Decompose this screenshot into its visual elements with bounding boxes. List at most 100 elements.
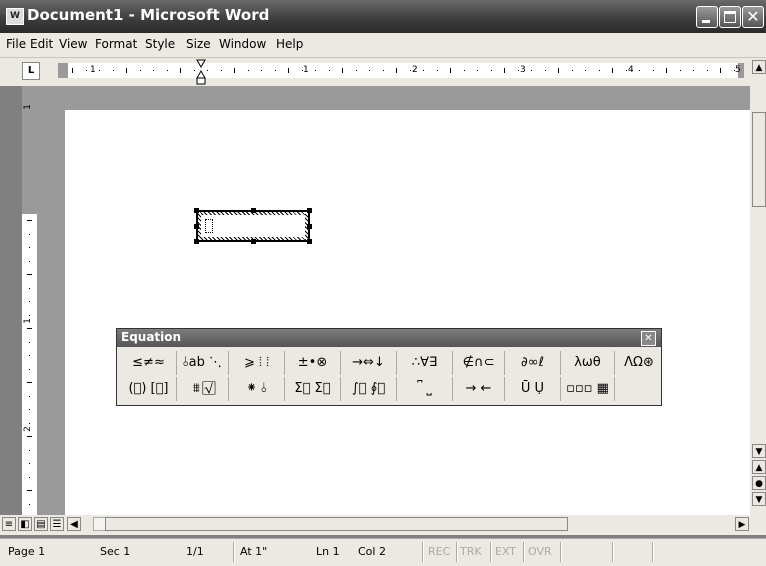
resize-handle[interactable]	[307, 208, 312, 213]
ruler-tick	[707, 70, 708, 71]
menu-help[interactable]: Help	[276, 37, 303, 51]
vruler-number: 1	[22, 318, 33, 324]
relational-symbols-button[interactable]: ≤≠≈	[121, 351, 177, 375]
document-page[interactable]	[65, 110, 750, 515]
menu-view[interactable]: View	[59, 37, 87, 51]
resize-handle[interactable]	[194, 239, 199, 244]
ruler-tick	[72, 68, 73, 73]
equation-slot[interactable]	[205, 219, 213, 233]
spaces-ellipses-button[interactable]: ⫰ab ⋱	[177, 351, 229, 375]
integral-templates-button[interactable]: ∫⃞ ∮⃞	[341, 377, 397, 401]
ruler-tick	[315, 70, 316, 71]
subscript-superscript-templates-button[interactable]: ⁕ ⫰	[229, 377, 285, 401]
resize-handle[interactable]	[251, 239, 256, 244]
ruler-tick	[504, 68, 505, 73]
ruler-tick	[518, 70, 519, 71]
status-separator	[652, 542, 654, 562]
menu-window[interactable]: Window	[219, 37, 266, 51]
misc-symbols-button[interactable]: ∂∞ℓ	[505, 351, 561, 375]
ruler-tick	[27, 490, 32, 491]
status-at: At 1"	[240, 545, 268, 558]
status-line: Ln 1	[316, 545, 340, 558]
summation-templates-button[interactable]: Σ⃞ Σ⃞	[285, 377, 341, 401]
close-button[interactable]: ✕	[742, 6, 764, 28]
resize-handle[interactable]	[307, 224, 312, 229]
minimize-button[interactable]	[696, 6, 718, 28]
window-title: Document1 - Microsoft Word	[27, 6, 270, 24]
menu-style[interactable]: Style	[145, 37, 175, 51]
previous-page-button[interactable]: ▲	[752, 460, 766, 474]
arrow-symbols-button[interactable]: →⇔↓	[341, 351, 397, 375]
ruler-tick	[126, 68, 127, 73]
ruler-tick	[27, 274, 32, 275]
fraction-radical-templates-button[interactable]: ⩩ √⃞	[177, 377, 229, 401]
equation-toolbar-titlebar[interactable]: Equation ✕	[117, 329, 661, 347]
maximize-button[interactable]	[719, 6, 741, 28]
normal-view-button[interactable]: ≡	[2, 517, 16, 531]
resize-handle[interactable]	[251, 208, 256, 213]
logical-symbols-button[interactable]: ∴∀∃	[397, 351, 453, 375]
status-pages: 1/1	[186, 545, 204, 558]
ruler-tick	[29, 342, 30, 343]
menu-size[interactable]: Size	[186, 37, 211, 51]
resize-handle[interactable]	[194, 224, 199, 229]
greek-lowercase-button[interactable]: λωθ	[561, 351, 615, 375]
status-ext[interactable]: EXT	[495, 543, 516, 561]
next-page-button[interactable]: ▼	[752, 492, 766, 506]
word-document-icon[interactable]: W	[6, 8, 24, 25]
scroll-right-button[interactable]: ▶	[735, 517, 749, 531]
ruler-tick	[27, 328, 32, 329]
ruler-tick	[734, 70, 735, 71]
scroll-down-button[interactable]: ▼	[752, 444, 766, 458]
status-separator	[233, 542, 235, 562]
fence-templates-button[interactable]: (⃞) [⃞]	[121, 377, 177, 401]
title-bar: W Document1 - Microsoft Word ✕	[0, 0, 766, 33]
scroll-up-button[interactable]: ▲	[752, 60, 766, 74]
ruler-margin-left	[58, 63, 68, 78]
ruler-tick	[585, 70, 586, 71]
horizontal-ruler[interactable]: 1 1 2 3 4 5	[58, 63, 744, 78]
close-icon[interactable]: ✕	[641, 331, 656, 346]
select-browse-object-button[interactable]: ●	[752, 476, 766, 490]
tab-selector[interactable]: L	[22, 62, 40, 80]
ruler-tick	[666, 68, 667, 73]
products-set-theory-templates-button[interactable]: Ū Ụ	[505, 377, 561, 401]
menu-format[interactable]: Format	[95, 37, 137, 51]
vruler-margin	[22, 96, 37, 214]
status-rec[interactable]: REC	[428, 543, 450, 561]
set-theory-symbols-button[interactable]: ∉∩⊂	[453, 351, 505, 375]
ruler-tick	[29, 261, 30, 262]
matrix-templates-button[interactable]: ▫▫▫ ▦	[561, 377, 615, 401]
embellishments-button[interactable]: ⩾ ⦙ ⦙	[229, 351, 285, 375]
resize-handle[interactable]	[307, 239, 312, 244]
menu-file[interactable]: File	[6, 37, 26, 51]
greek-uppercase-button[interactable]: ΛΩ⊛	[615, 351, 663, 375]
ruler-tick	[140, 70, 141, 71]
minimize-icon	[702, 20, 710, 23]
ruler-tick	[167, 70, 168, 71]
web-layout-view-button[interactable]: ◧	[18, 517, 32, 531]
underbar-overbar-templates-button[interactable]: ⎴ ⎵	[397, 377, 453, 401]
menu-edit[interactable]: Edit	[30, 37, 53, 51]
vruler-number: 1	[22, 104, 33, 110]
status-ovr[interactable]: OVR	[528, 543, 552, 561]
ruler-tick	[29, 396, 30, 397]
outline-view-button[interactable]: ☰	[50, 517, 64, 531]
resize-handle[interactable]	[194, 208, 199, 213]
ruler-tick	[680, 70, 681, 71]
operator-symbols-button[interactable]: ±•⊗	[285, 351, 341, 375]
status-trk[interactable]: TRK	[460, 543, 482, 561]
print-layout-view-button[interactable]: ▤	[34, 517, 48, 531]
menu-bar: File Edit View Format Style Size Window …	[0, 33, 766, 58]
ruler-tick	[572, 70, 573, 71]
scroll-left-button[interactable]: ◀	[67, 517, 81, 531]
indent-marker-icon[interactable]	[196, 59, 206, 86]
horizontal-scroll-thumb[interactable]	[105, 517, 568, 531]
equation-object[interactable]	[196, 210, 310, 242]
ruler-tick	[27, 220, 32, 221]
vertical-ruler[interactable]: 1 1 2	[22, 86, 37, 515]
ruler-tick	[29, 423, 30, 424]
vertical-scroll-thumb[interactable]	[752, 112, 766, 207]
ruler-number: 2	[412, 65, 418, 75]
labeled-arrow-templates-button[interactable]: → ←	[453, 377, 505, 401]
